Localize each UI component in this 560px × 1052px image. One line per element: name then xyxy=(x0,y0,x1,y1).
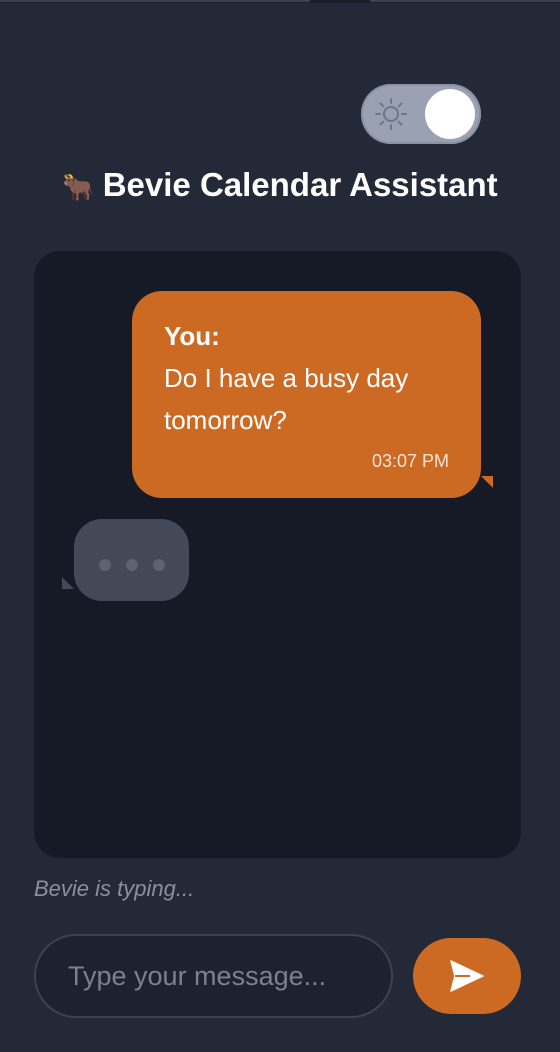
message-text: Do I have a busy day tomorrow? xyxy=(164,363,409,435)
ox-emoji-icon: 🐂 xyxy=(62,172,95,202)
sun-icon xyxy=(375,98,407,130)
page-title-text: Bevie Calendar Assistant xyxy=(102,166,498,203)
bubble-tail xyxy=(481,476,493,488)
toggle-knob xyxy=(425,89,475,139)
send-button[interactable] xyxy=(413,938,521,1014)
typing-indicator-bubble xyxy=(62,519,189,601)
typing-status-text: Bevie is typing... xyxy=(34,876,195,901)
window-top-border xyxy=(0,0,560,3)
chat-window[interactable]: You: Do I have a busy day tomorrow? 03:0… xyxy=(34,251,521,858)
message-sender: You: xyxy=(164,321,220,351)
message-input[interactable] xyxy=(34,934,393,1018)
typing-dot xyxy=(99,559,111,571)
theme-toggle[interactable] xyxy=(361,84,481,144)
bubble-tail xyxy=(62,577,74,589)
top-border-segment xyxy=(0,0,310,2)
user-message-bubble: You: Do I have a busy day tomorrow? 03:0… xyxy=(132,291,493,498)
typing-dot xyxy=(126,559,138,571)
top-border-segment xyxy=(370,0,560,2)
message-timestamp: 03:07 PM xyxy=(371,451,449,471)
page-title: 🐂 Bevie Calendar Assistant xyxy=(0,166,560,204)
typing-dot xyxy=(153,559,165,571)
send-icon xyxy=(450,960,484,992)
